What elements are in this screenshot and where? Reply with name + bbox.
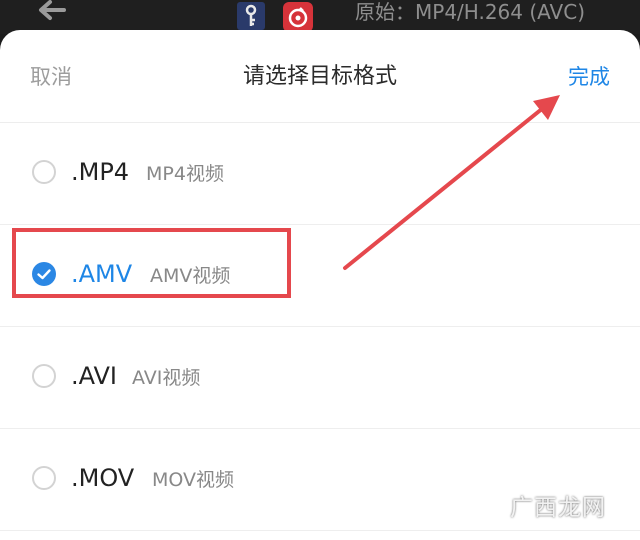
format-option-mp4[interactable]: .MP4 MP4视频 [0, 123, 640, 225]
watermark: 广西龙网 [510, 495, 606, 521]
sheet-title: 请选择目标格式 [242, 64, 397, 89]
format-description: MP4视频 [146, 163, 224, 185]
radio-unchecked-icon[interactable] [32, 466, 56, 490]
source-format-info: 原始：MP4/H.264 (AVC) [355, 0, 586, 24]
radio-unchecked-icon[interactable] [32, 364, 56, 388]
format-extension: .MOV [71, 464, 135, 492]
format-description: MOV视频 [152, 469, 235, 491]
radio-unchecked-icon[interactable] [32, 160, 56, 184]
back-arrow-icon[interactable] [30, 0, 70, 26]
annotation-highlight-box [12, 228, 291, 298]
music-app-icon[interactable] [283, 2, 313, 32]
top-bar: 原始：MP4/H.264 (AVC) [0, 0, 640, 34]
format-extension: .AVI [71, 362, 118, 390]
sheet-header: 取消 请选择目标格式 完成 [0, 30, 640, 123]
format-extension: .MP4 [71, 158, 130, 186]
format-options-list: .MP4 MP4视频 .AMV AMV视频 .AVI AVI视频 .MOV MO… [0, 123, 640, 531]
done-button[interactable]: 完成 [568, 62, 610, 92]
format-description: AVI视频 [132, 367, 201, 389]
key-icon [237, 2, 265, 30]
format-option-avi[interactable]: .AVI AVI视频 [0, 327, 640, 429]
